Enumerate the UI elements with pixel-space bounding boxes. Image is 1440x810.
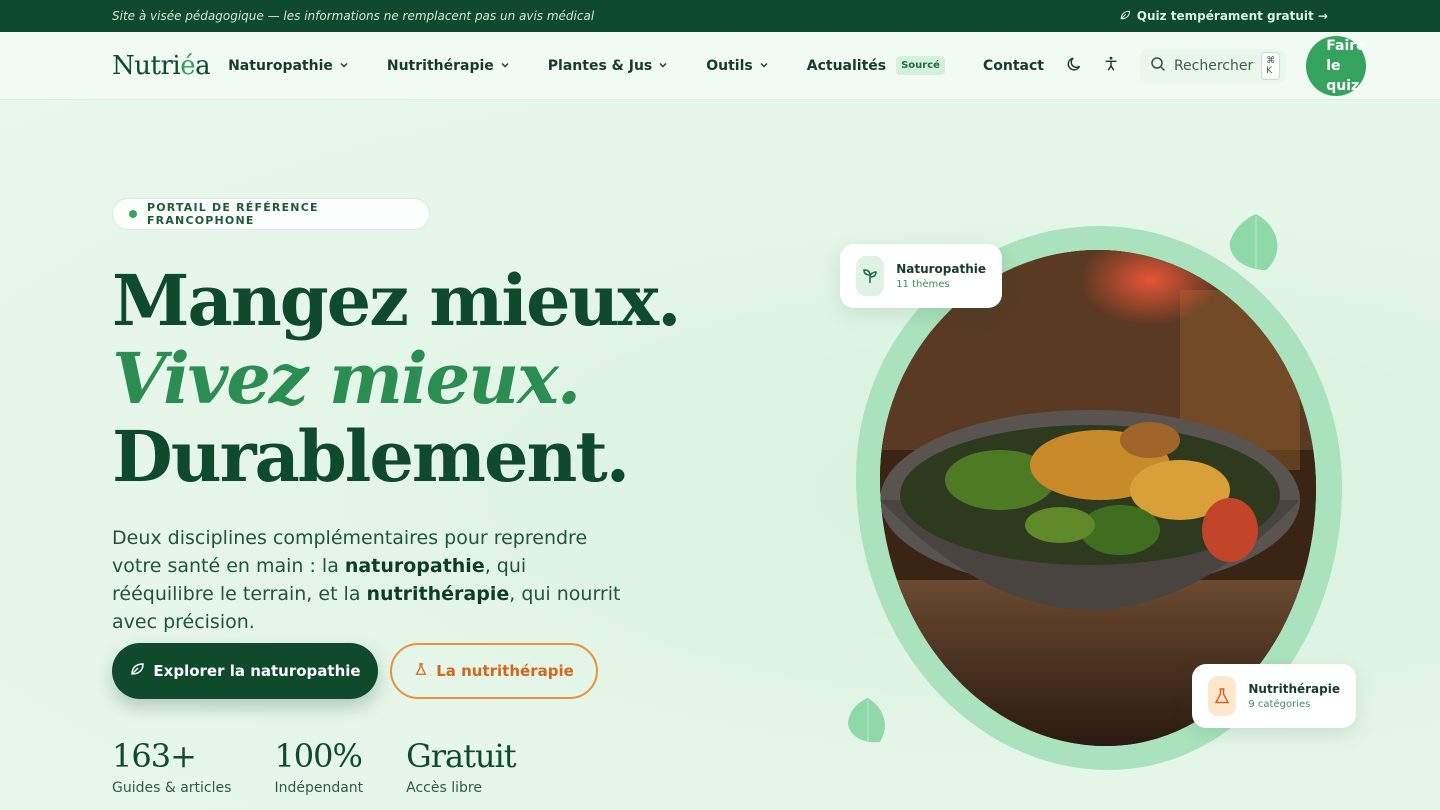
stat-guides: 163+ Guides & articles [112,737,232,796]
stat-free: Gratuit Accès libre [406,737,516,796]
logo[interactable]: Nutriéa [112,51,211,81]
headline-line-3: Durablement. [112,415,630,498]
stats-row: 163+ Guides & articles 100% Indépendant … [112,736,559,796]
nav-item-actualites[interactable]: Actualités Sourcé [807,56,945,75]
chevron-down-icon [658,58,668,74]
leaf-decoration-bottom [846,696,890,748]
hero-lead: Deux disciplines complémentaires pour re… [112,527,621,633]
nav-item-nutritherapie[interactable]: Nutrithérapie [387,58,510,74]
hero-headline: Mangez mieux. Vivez mieux. Durablement. [112,259,682,498]
chevron-down-icon [339,58,349,74]
nav-item-outils[interactable]: Outils [706,58,769,74]
card-title: Nutrithérapie [1248,682,1340,696]
disclaimer-text: Site à visée pédagogique — les informati… [112,9,595,23]
accessibility-button[interactable] [1102,56,1120,76]
naturopathie-card[interactable]: Naturopathie 11 thèmes [840,244,1002,308]
nutritherapie-card[interactable]: Nutrithérapie 9 catégories [1192,664,1356,728]
status-dot [129,210,137,218]
stat-independent: 100% Indépendant [274,737,364,796]
dark-mode-toggle[interactable] [1066,56,1084,76]
search-icon [1150,56,1166,76]
nav-item-contact[interactable]: Contact [983,58,1044,74]
keyboard-shortcut: ⌘ K [1261,51,1281,80]
accessibility-icon [1102,55,1120,77]
hero-eyebrow: PORTAIL DE RÉFÉRENCE FRANCOPHONE [112,198,430,230]
headline-line-2: Vivez mieux. [112,337,581,420]
nutritherapie-button[interactable]: La nutrithérapie [390,643,598,699]
disclaimer-bar: Site à visée pédagogique — les informati… [0,0,1440,32]
site-header: Nutriéa Naturopathie Nutrithérapie Plant… [0,32,1440,100]
leaf-icon [129,661,145,681]
moon-icon [1066,55,1084,77]
leaf-decoration-top [1226,212,1286,276]
quiz-temperament-link[interactable]: Quiz tempérament gratuit → [1119,9,1328,24]
eyebrow-label: PORTAIL DE RÉFÉRENCE FRANCOPHONE [146,201,319,227]
search-placeholder: Rechercher [1173,57,1254,74]
card-subtitle: 11 thèmes [896,279,950,290]
nav-item-plantes-jus[interactable]: Plantes & Jus [548,58,668,74]
sprout-icon [856,256,885,296]
chevron-down-icon [500,58,510,74]
main-nav: Naturopathie Nutrithérapie Plantes & Jus… [228,56,1066,75]
flask-icon [414,662,428,680]
card-subtitle: 9 catégories [1248,699,1311,710]
explore-naturopathie-button[interactable]: Explorer la naturopathie [112,643,378,699]
quiz-link-label: Quiz tempérament gratuit → [1136,9,1328,23]
quiz-button[interactable]: Faire le quiz [1306,35,1366,96]
search-input[interactable]: Rechercher ⌘ K [1139,48,1287,83]
flask-icon [1208,676,1237,716]
sourced-badge: Sourcé [896,56,945,75]
card-title: Naturopathie [896,262,986,276]
leaf-icon [1119,9,1131,24]
headline-line-1: Mangez mieux. [112,259,682,342]
nav-item-naturopathie[interactable]: Naturopathie [228,58,349,74]
chevron-down-icon [759,58,769,74]
